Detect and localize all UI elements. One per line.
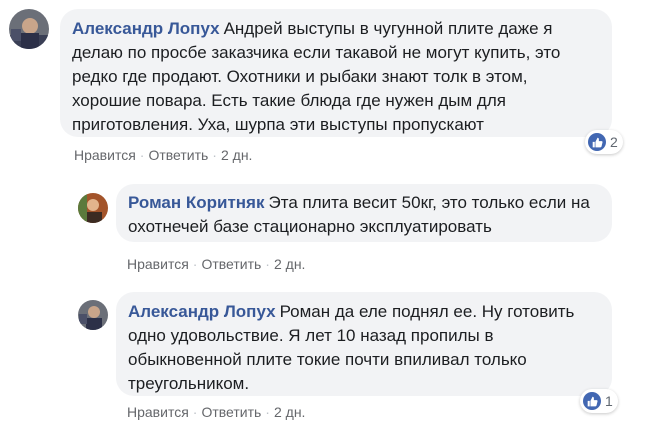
reactions-badge[interactable]: 1 bbox=[580, 389, 618, 413]
comment-bubble: Роман Коритняк Эта плита весит 50кг, это … bbox=[116, 184, 612, 242]
reply-link[interactable]: Ответить bbox=[201, 256, 261, 272]
timestamp[interactable]: 2 дн. bbox=[221, 147, 252, 163]
avatar[interactable] bbox=[78, 300, 108, 330]
separator-dot: · bbox=[265, 256, 270, 272]
comment-thread: Александр Лопух Андрей выступы в чугунной… bbox=[0, 0, 654, 433]
like-icon bbox=[583, 392, 601, 410]
timestamp[interactable]: 2 дн. bbox=[274, 404, 305, 420]
like-link[interactable]: Нравится bbox=[127, 256, 189, 272]
like-link[interactable]: Нравится bbox=[127, 404, 189, 420]
like-icon bbox=[588, 133, 606, 151]
reactions-count: 2 bbox=[610, 134, 618, 150]
reply-link[interactable]: Ответить bbox=[201, 404, 261, 420]
like-link[interactable]: Нравится bbox=[74, 147, 136, 163]
comment-actions: Нравится · Ответить · 2 дн. bbox=[127, 403, 305, 421]
comment-actions: Нравится · Ответить · 2 дн. bbox=[74, 146, 252, 164]
comment-author[interactable]: Александр Лопух bbox=[128, 302, 276, 321]
reactions-badge[interactable]: 2 bbox=[585, 130, 623, 154]
comment-author[interactable]: Роман Коритняк bbox=[128, 193, 265, 212]
comment-bubble: Александр Лопух Андрей выступы в чугунной… bbox=[60, 9, 612, 137]
avatar[interactable] bbox=[9, 9, 49, 49]
avatar[interactable] bbox=[78, 193, 108, 223]
comment-author[interactable]: Александр Лопух bbox=[72, 19, 220, 38]
separator-dot: · bbox=[192, 256, 198, 272]
separator-dot: · bbox=[192, 404, 198, 420]
comment-bubble: Александр Лопух Роман да еле поднял ее. Н… bbox=[116, 292, 612, 396]
separator-dot: · bbox=[212, 147, 217, 163]
separator-dot: · bbox=[139, 147, 145, 163]
reply-link[interactable]: Ответить bbox=[148, 147, 208, 163]
separator-dot: · bbox=[265, 404, 270, 420]
comment-actions: Нравится · Ответить · 2 дн. bbox=[127, 255, 305, 273]
timestamp[interactable]: 2 дн. bbox=[274, 256, 305, 272]
reactions-count: 1 bbox=[605, 393, 613, 409]
